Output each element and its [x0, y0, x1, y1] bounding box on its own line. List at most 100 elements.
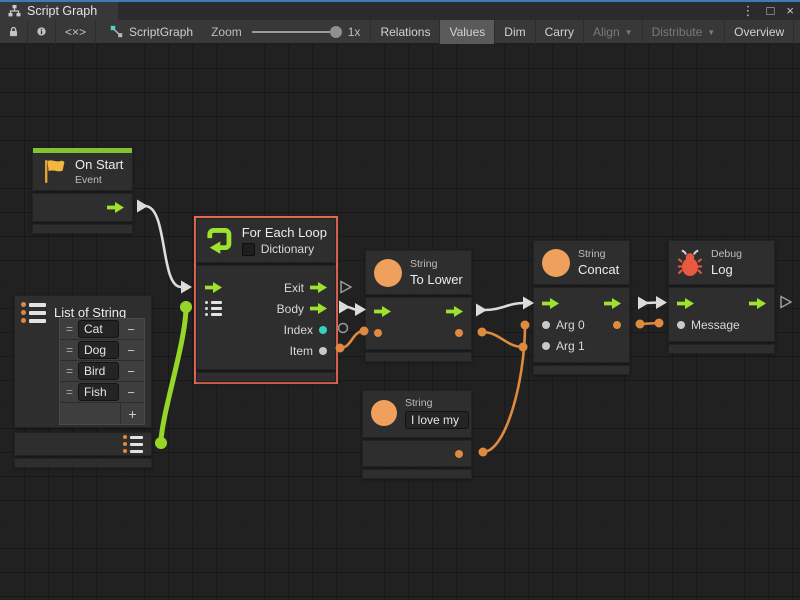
checkbox-label: Dictionary	[261, 242, 314, 256]
values-button[interactable]: Values	[440, 20, 495, 44]
wire-tolower-to-concat	[476, 297, 534, 317]
port-message-in[interactable]: Message	[677, 318, 740, 332]
node-string-literal[interactable]: String	[362, 390, 472, 479]
distribute-dropdown[interactable]: Distribute ▼	[643, 20, 726, 44]
node-to-lower[interactable]: String To Lower	[365, 250, 472, 362]
list-add-row: +	[60, 403, 144, 424]
port-string-out[interactable]	[455, 450, 463, 458]
port-control-out[interactable]	[446, 306, 463, 317]
fullscreen-button[interactable]: Full Screen	[794, 20, 800, 44]
port-list-in[interactable]	[205, 301, 222, 316]
zoom-slider[interactable]	[252, 31, 338, 33]
list-item-input[interactable]	[78, 341, 119, 359]
tab-script-graph[interactable]: Script Graph	[0, 2, 118, 20]
node-on-start[interactable]: On Start Event	[32, 148, 133, 234]
list-item-input[interactable]	[78, 320, 119, 338]
drag-handle-icon[interactable]: =	[63, 364, 76, 378]
graph-name: ScriptGraph	[129, 25, 193, 39]
list-item-input[interactable]	[78, 362, 119, 380]
wire-onstart-to-foreach	[137, 200, 192, 294]
zoom-control: Zoom 1x	[211, 25, 360, 39]
window-close-button[interactable]: ×	[786, 2, 794, 20]
port-item-out[interactable]: Item	[290, 344, 327, 358]
control-in-arrow-icon	[677, 298, 694, 309]
drag-handle-icon[interactable]: =	[63, 385, 76, 399]
window-controls: ⋮ □ ×	[742, 2, 794, 20]
chevron-down-icon: ▼	[625, 28, 633, 37]
value-port-icon	[542, 321, 550, 329]
port-index-out[interactable]: Index	[284, 323, 327, 337]
port-exit-out[interactable]: Exit	[284, 281, 327, 295]
node-for-each-loop[interactable]: For Each Loop Dictionary Exit	[196, 218, 336, 382]
node-footer	[32, 224, 133, 234]
drag-handle-icon[interactable]: =	[63, 322, 76, 336]
dictionary-checkbox[interactable]	[242, 243, 255, 256]
graph-reference[interactable]: ScriptGraph	[110, 25, 193, 39]
list-item-row: = −	[60, 319, 144, 340]
port-string-out[interactable]	[455, 329, 463, 337]
control-out-arrow-icon	[446, 306, 463, 317]
window-maximize-button[interactable]: □	[767, 2, 775, 20]
node-title: Concat	[578, 261, 619, 278]
port-on-start-exit[interactable]	[107, 202, 124, 213]
wire-body-to-tolower	[339, 301, 366, 317]
remove-item-button[interactable]: −	[121, 385, 141, 400]
dim-button[interactable]: Dim	[495, 20, 535, 44]
node-kind: Debug	[711, 247, 742, 261]
node-concat[interactable]: String Concat Arg 0	[533, 240, 630, 375]
port-control-in[interactable]	[374, 306, 391, 317]
graph-canvas[interactable]: On Start Event	[0, 44, 800, 600]
node-title: On Start	[75, 156, 123, 173]
port-control-in[interactable]	[205, 282, 222, 293]
code-icon: <×>	[65, 25, 86, 39]
add-item-button[interactable]: +	[120, 403, 144, 424]
control-out-arrow-icon	[749, 298, 766, 309]
list-item-row: = −	[60, 361, 144, 382]
edit-source-button[interactable]: <×>	[56, 20, 96, 44]
port-string-in[interactable]	[374, 329, 382, 337]
info-icon	[37, 25, 46, 38]
string-type-icon	[371, 400, 397, 426]
list-item-input[interactable]	[78, 383, 119, 401]
control-out-arrow-icon	[604, 298, 621, 309]
inspect-button[interactable]	[28, 20, 56, 44]
port-control-in[interactable]	[542, 298, 559, 309]
wire-concat-to-log	[638, 296, 667, 310]
align-dropdown[interactable]: Align ▼	[584, 20, 643, 44]
port-control-in[interactable]	[677, 298, 694, 309]
port-string-out[interactable]	[613, 321, 621, 329]
node-list-of-string[interactable]: List of String = − = − =	[14, 295, 152, 468]
relations-button[interactable]: Relations	[370, 20, 440, 44]
port-body-out[interactable]: Body	[277, 302, 327, 316]
node-footer	[668, 344, 775, 354]
flag-icon	[41, 158, 67, 185]
port-control-out[interactable]	[604, 298, 621, 309]
bug-icon	[677, 249, 703, 277]
node-debug-log[interactable]: Debug Log Message	[668, 240, 775, 354]
zoom-slider-handle[interactable]	[330, 26, 342, 38]
graph-toolbar: <×> ScriptGraph Zoom 1x Relations Values…	[0, 20, 800, 44]
chevron-down-icon: ▼	[707, 28, 715, 37]
wire-list-to-foreach	[155, 301, 192, 449]
control-out-arrow-icon	[310, 303, 327, 314]
window-menu-button[interactable]: ⋮	[742, 2, 755, 20]
port-control-out[interactable]	[749, 298, 766, 309]
node-footer	[365, 352, 472, 362]
drag-handle-icon[interactable]: =	[63, 343, 76, 357]
unconnected-exit-triangle-icon	[341, 282, 351, 293]
string-value-input[interactable]	[405, 411, 469, 429]
wire-item-to-tolower	[336, 327, 369, 353]
carry-button[interactable]: Carry	[536, 20, 584, 44]
remove-item-button[interactable]: −	[121, 364, 141, 379]
port-arg1-in[interactable]: Arg 1	[542, 339, 585, 353]
port-list-out[interactable]	[123, 435, 143, 453]
tab-title: Script Graph	[27, 4, 97, 18]
remove-item-button[interactable]: −	[121, 343, 141, 358]
remove-item-button[interactable]: −	[121, 322, 141, 337]
tab-bar: Script Graph ⋮ □ ×	[0, 0, 800, 20]
lock-button[interactable]	[0, 20, 28, 44]
control-in-arrow-icon	[542, 298, 559, 309]
overview-button[interactable]: Overview	[725, 20, 794, 44]
node-footer	[196, 372, 336, 382]
port-arg0-in[interactable]: Arg 0	[542, 318, 585, 332]
